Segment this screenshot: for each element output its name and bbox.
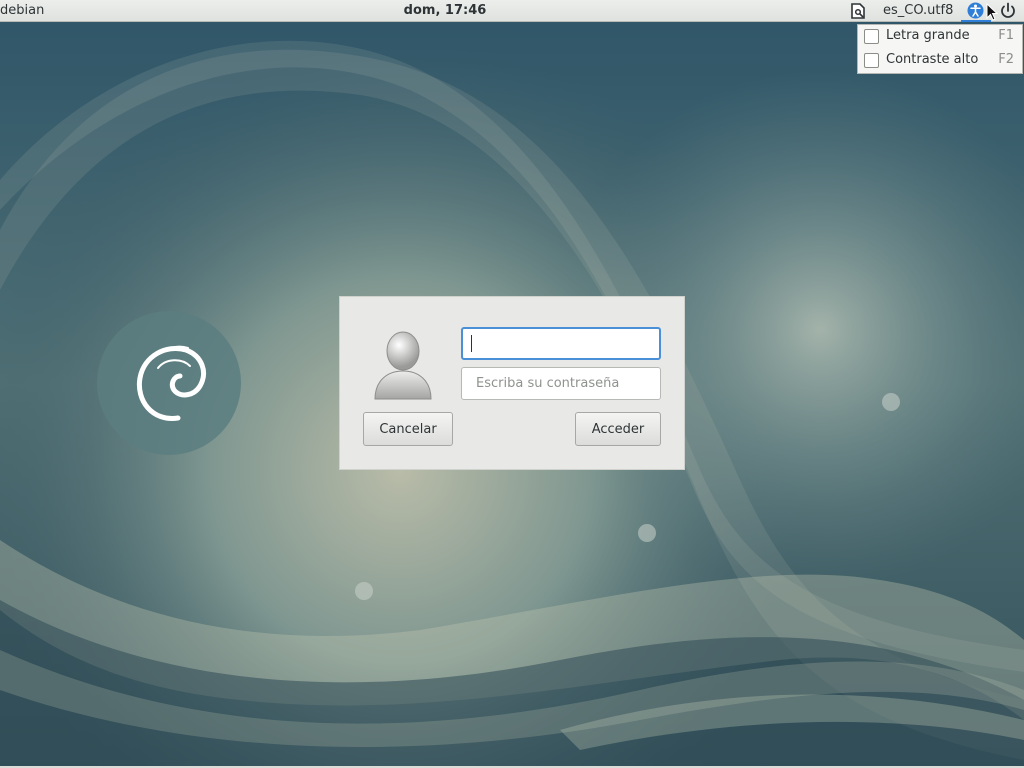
locale-selector[interactable]: es_CO.utf8 <box>883 2 953 20</box>
hostname-label: debian <box>0 3 45 18</box>
accessibility-menu: Letra grande F1 Contraste alto F2 <box>857 24 1023 74</box>
checkbox[interactable] <box>864 53 879 68</box>
debian-swirl-icon <box>97 311 241 455</box>
password-input[interactable] <box>461 367 661 400</box>
login-button[interactable]: Acceder <box>575 412 661 446</box>
login-screen: debian dom, 17:46 es_CO.utf8 Letra grand… <box>0 0 1024 768</box>
shortcut-label: F2 <box>998 52 1014 67</box>
user-avatar-icon <box>374 331 432 400</box>
shortcut-label: F1 <box>998 28 1014 43</box>
menu-item-label: Contraste alto <box>886 52 979 67</box>
text-caret <box>471 335 472 352</box>
power-icon[interactable] <box>998 1 1018 21</box>
login-dialog: Cancelar Acceder <box>339 296 685 470</box>
menu-item-high-contrast[interactable]: Contraste alto F2 <box>858 49 1022 73</box>
menu-item-large-text[interactable]: Letra grande F1 <box>858 25 1022 49</box>
session-document-icon[interactable] <box>851 3 865 19</box>
mouse-pointer-icon <box>986 3 998 21</box>
top-panel: debian dom, 17:46 es_CO.utf8 <box>0 0 1024 22</box>
clock-label: dom, 17:46 <box>403 3 487 18</box>
cancel-button[interactable]: Cancelar <box>363 412 453 446</box>
username-input[interactable] <box>461 327 661 360</box>
menu-item-label: Letra grande <box>886 28 970 43</box>
accessibility-icon <box>967 2 984 19</box>
checkbox[interactable] <box>864 29 879 44</box>
